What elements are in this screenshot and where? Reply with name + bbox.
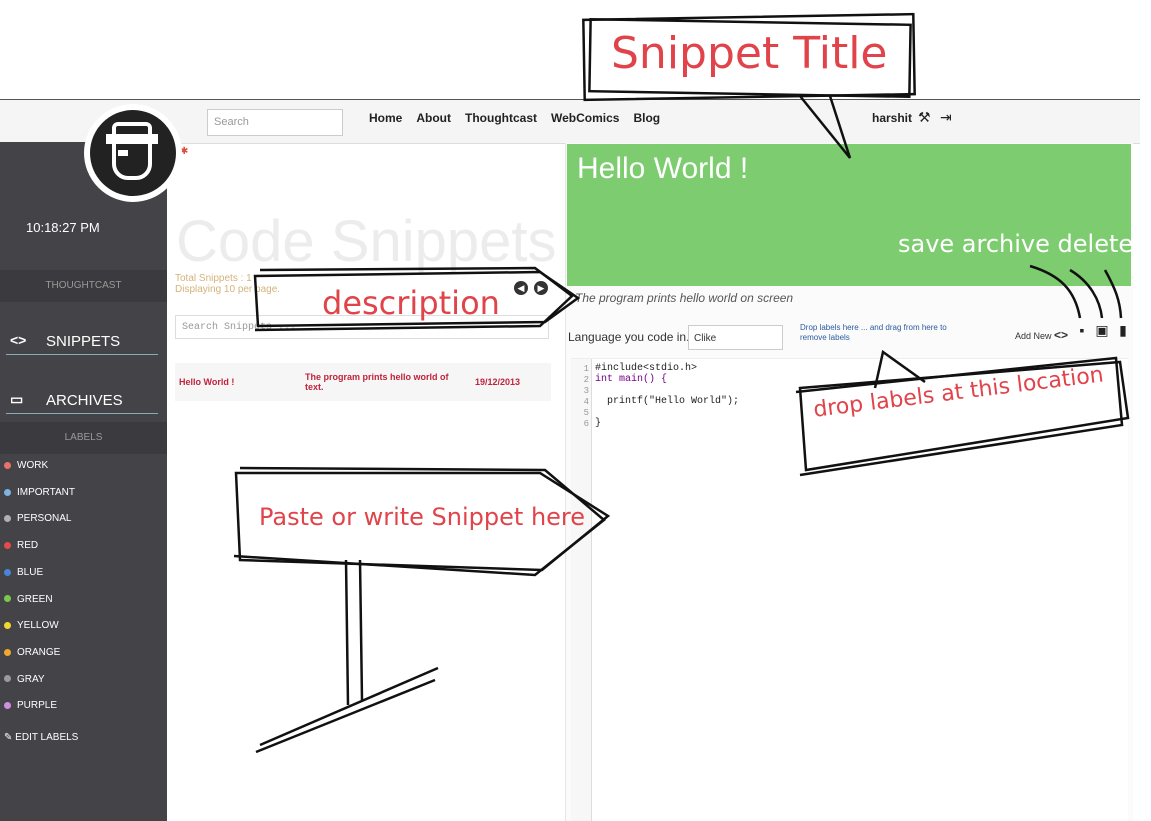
pencil-icon: ✎ [4,732,13,743]
line-number: 6 [583,419,589,429]
label-color-dot-icon [4,622,11,630]
label-item-green[interactable]: GREEN [4,594,53,605]
nav-search-input[interactable]: Search [207,109,343,136]
code-brackets-icon: <> [1054,328,1069,342]
label-item-orange[interactable]: ORANGE [4,647,60,658]
label-item-gray[interactable]: GRAY [4,674,45,685]
prev-page-icon[interactable]: ◀ [514,281,528,295]
username[interactable]: harshit [872,111,912,125]
label-color-dot-icon [4,461,11,469]
label-name: PURPLE [17,700,58,712]
label-item-yellow[interactable]: YELLOW [4,620,59,631]
snippet-row-description: The program prints hello world of text. [305,372,449,392]
label-color-dot-icon [4,648,11,656]
annotation-save-archive-delete: save archive delete [898,230,1134,258]
language-input[interactable]: Clike [688,325,783,350]
logo [84,104,182,202]
logo-face-icon [90,110,176,196]
add-new-button[interactable]: Add New <> [1015,328,1068,342]
label-color-dot-icon [4,675,11,683]
displaying-count: Displaying 10 per page. [175,284,281,295]
nav-link-home[interactable]: Home [369,111,402,125]
label-name: BLUE [17,566,44,578]
snippet-description[interactable]: The program prints hello world on screen [575,291,793,305]
page-title: Code Snippets [176,209,557,274]
archive-box-icon: ▭ [10,391,24,407]
line-number-gutter: 1 2 3 4 5 6 [571,359,592,821]
label-name: IMPORTANT [17,486,75,498]
label-name: YELLOW [17,620,59,632]
code-line: } [595,418,602,429]
label-item-work[interactable]: WORK [4,460,48,471]
snippet-title[interactable]: Hello World ! [577,152,748,186]
nav-link-blog[interactable]: Blog [633,111,660,125]
nav-link-about[interactable]: About [416,111,451,125]
snippet-row-title: Hello World ! [179,377,235,387]
sidebar-thoughtcast[interactable]: THOUGHTCAST [0,270,167,302]
annotation-description: description [322,284,500,322]
code-line: #include<stdio.h> [595,363,698,374]
label-drop-zone[interactable]: Drop labels here ... and drag from here … [800,323,960,343]
line-number: 3 [583,386,589,396]
line-number: 1 [583,364,589,374]
snippet-totals: Total Snippets : 1 Displaying 10 per pag… [175,273,280,295]
sidebar-item-label: ARCHIVES [46,392,123,409]
settings-tools-icon[interactable]: ⚒ [918,109,931,126]
clock: 10:18:27 PM [26,220,100,235]
add-new-label: Add New [1015,331,1052,341]
sidebar-item-snippets[interactable]: <> SNIPPETS [6,330,158,355]
sidebar: 10:18:27 PM THOUGHTCAST <> SNIPPETS ▭ AR… [0,142,167,821]
code-line: int main() { [595,374,668,385]
label-name: GREEN [17,593,53,605]
label-color-dot-icon [4,568,11,576]
label-name: ORANGE [17,646,61,658]
label-item-purple[interactable]: PURPLE [4,700,57,711]
delete-icon[interactable]: ▮ [1116,322,1130,338]
label-item-important[interactable]: IMPORTANT [4,487,75,498]
edit-labels-text: EDIT LABELS [15,732,79,743]
edit-labels-button[interactable]: ✎ EDIT LABELS [4,732,78,743]
code-brackets-icon: <> [10,332,27,348]
annotation-snippet-title: Snippet Title [611,28,888,79]
language-label: Language you code in... [568,330,697,344]
label-name: PERSONAL [17,513,72,525]
archive-icon[interactable]: ▣ [1095,322,1109,338]
annotation-paste-snippet: Paste or write Snippet here [259,503,586,531]
save-icon[interactable]: ▪ [1075,322,1089,338]
label-name: GRAY [17,673,45,685]
label-item-red[interactable]: RED [4,540,38,551]
label-color-dot-icon [4,488,11,496]
nav-link-thoughtcast[interactable]: Thoughtcast [465,111,537,125]
label-name: RED [17,540,39,552]
code-line: printf("Hello World"); [595,396,740,407]
line-number: 5 [583,408,589,418]
sidebar-item-label: SNIPPETS [46,333,121,350]
snippet-row-date: 19/12/2013 [475,377,521,387]
logout-icon[interactable]: ⇥ [940,109,952,126]
code-editor[interactable]: 1 2 3 4 5 6 #include<stdio.h> int main()… [571,358,1128,821]
label-color-dot-icon [4,702,11,710]
label-item-personal[interactable]: PERSONAL [4,513,71,524]
label-color-dot-icon [4,515,11,523]
label-name: WORK [17,460,49,471]
label-color-dot-icon [4,595,11,603]
snippet-row[interactable]: Hello World ! The program prints hello w… [175,363,551,401]
label-item-blue[interactable]: BLUE [4,567,43,578]
line-number: 4 [583,397,589,407]
total-snippets: Total Snippets : 1 [175,273,252,284]
line-number: 2 [583,375,589,385]
labels-header: LABELS [0,422,167,454]
sidebar-item-archives[interactable]: ▭ ARCHIVES [6,389,158,414]
nav-links: Home About Thoughtcast WebComics Blog [369,111,660,125]
label-color-dot-icon [4,541,11,549]
next-page-icon[interactable]: ▶ [534,281,548,295]
nav-link-webcomics[interactable]: WebComics [551,111,619,125]
